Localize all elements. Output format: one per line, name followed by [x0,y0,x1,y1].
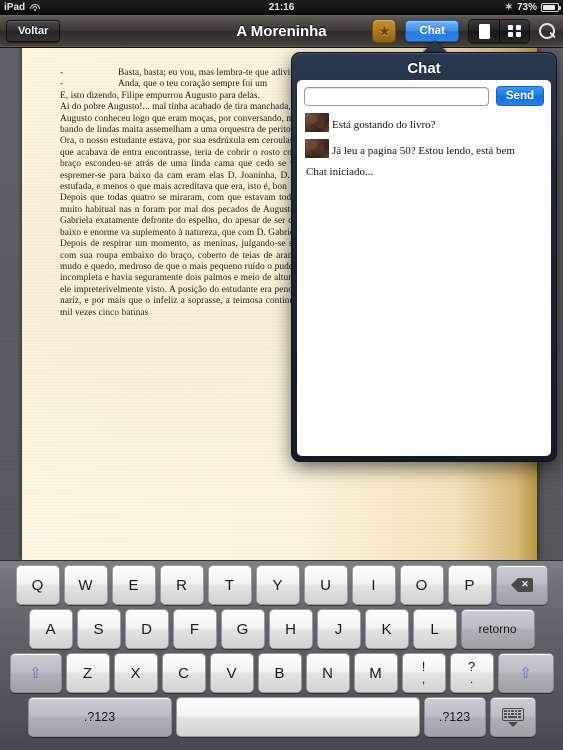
toolbar-actions: ★ Chat [372,19,558,43]
key-n[interactable]: N [305,653,350,693]
key-j[interactable]: J [316,609,361,649]
numeric-key-right[interactable]: .?123 [423,697,486,737]
space-key[interactable] [175,697,420,737]
shift-icon: ⇧ [29,664,42,682]
keyboard-row-2: A S D F G H J K L retorno [3,609,560,649]
numeric-key-left[interactable]: .?123 [27,697,172,737]
key-u[interactable]: U [303,565,348,605]
shift-key-left[interactable]: ⇧ [9,653,62,693]
shift-key-right[interactable]: ⇧ [497,653,554,693]
search-icon[interactable] [539,23,555,39]
key-z[interactable]: Z [65,653,110,693]
onscreen-keyboard: Q W E R T Y U I O P ✕ A S D F G H J K L [0,560,563,750]
key-q[interactable]: Q [15,565,60,605]
chat-message: Já leu a pagina 50? Estou lendo, está be… [305,139,543,158]
segment-single-page[interactable] [469,20,499,42]
chat-message-list: Está gostando do livro? Já leu a pagina … [297,109,551,456]
chat-content: Send Está gostando do livro? Já leu a pa… [297,80,551,456]
backspace-icon: ✕ [510,577,533,593]
key-exclamation-comma[interactable]: ! , [401,653,446,693]
key-a[interactable]: A [28,609,73,649]
back-button[interactable]: Voltar [6,20,61,42]
key-l[interactable]: L [412,609,457,649]
chat-input-row: Send [297,80,551,109]
key-comma-label: , [421,672,426,686]
key-h[interactable]: H [268,609,313,649]
chat-system-message: Chat iniciado... [306,166,374,178]
chat-popover: Chat Send Está gostando do livro? Já leu… [291,41,557,462]
chat-popover-body: Chat Send Está gostando do livro? Já leu… [291,52,557,462]
avatar [305,113,329,132]
key-question-period[interactable]: ? . [449,653,494,693]
nav-toolbar: Voltar A Moreninha ★ Chat [0,15,563,48]
key-k[interactable]: K [364,609,409,649]
bookmark-button[interactable]: ★ [372,19,397,43]
single-page-icon [478,23,490,39]
return-key[interactable]: retorno [460,609,535,649]
key-y[interactable]: Y [255,565,300,605]
key-s[interactable]: S [76,609,121,649]
hide-keyboard-icon [501,707,524,727]
dialog-dash: - [60,68,64,78]
status-bar: iPad 21:16 ✶ 73% [0,0,563,15]
keyboard-row-4: .?123 .?123 [3,697,560,737]
send-button[interactable]: Send [495,86,544,106]
key-d[interactable]: D [124,609,169,649]
view-mode-segmented-control[interactable] [468,19,530,43]
shift-icon: ⇧ [519,664,532,682]
grid-view-icon [508,24,521,38]
key-c[interactable]: C [161,653,206,693]
key-i[interactable]: I [351,565,396,605]
chat-popover-title: Chat [407,60,441,77]
key-e[interactable]: E [111,565,156,605]
key-f[interactable]: F [172,609,217,649]
battery-percent: 73% [516,2,537,13]
key-v[interactable]: V [209,653,254,693]
segment-grid-view[interactable] [499,20,529,42]
key-r[interactable]: R [159,565,204,605]
hide-keyboard-key[interactable] [489,697,536,737]
chat-message-text: Já leu a pagina 50? Estou lendo, está be… [332,145,515,157]
status-right: ✶ 73% [504,0,561,15]
keyboard-row-3: ⇧ Z X C V B N M ! , ? . ⇧ [3,653,560,693]
keyboard-row-1: Q W E R T Y U I O P ✕ [3,565,560,605]
key-o[interactable]: O [399,565,444,605]
dialog-dash: - [60,79,64,90]
chat-message: Está gostando do livro? [305,113,543,132]
key-m[interactable]: M [353,653,398,693]
key-w[interactable]: W [63,565,108,605]
key-x[interactable]: X [113,653,158,693]
star-icon: ★ [378,23,391,39]
key-g[interactable]: G [220,609,265,649]
battery-icon [541,3,561,12]
avatar [305,139,329,158]
key-t[interactable]: T [207,565,252,605]
bluetooth-icon: ✶ [504,2,513,13]
ipad-screen: iPad 21:16 ✶ 73% Voltar A Moreninha ★ Ch… [0,0,563,750]
backspace-key[interactable]: ✕ [495,565,548,605]
chat-message-input[interactable] [304,86,489,106]
chat-message-text: Está gostando do livro? [332,119,436,131]
chat-button[interactable]: Chat [405,20,459,42]
key-p[interactable]: P [447,565,492,605]
key-b[interactable]: B [257,653,302,693]
status-clock: 21:16 [268,2,295,13]
key-period-label: . [469,672,474,686]
